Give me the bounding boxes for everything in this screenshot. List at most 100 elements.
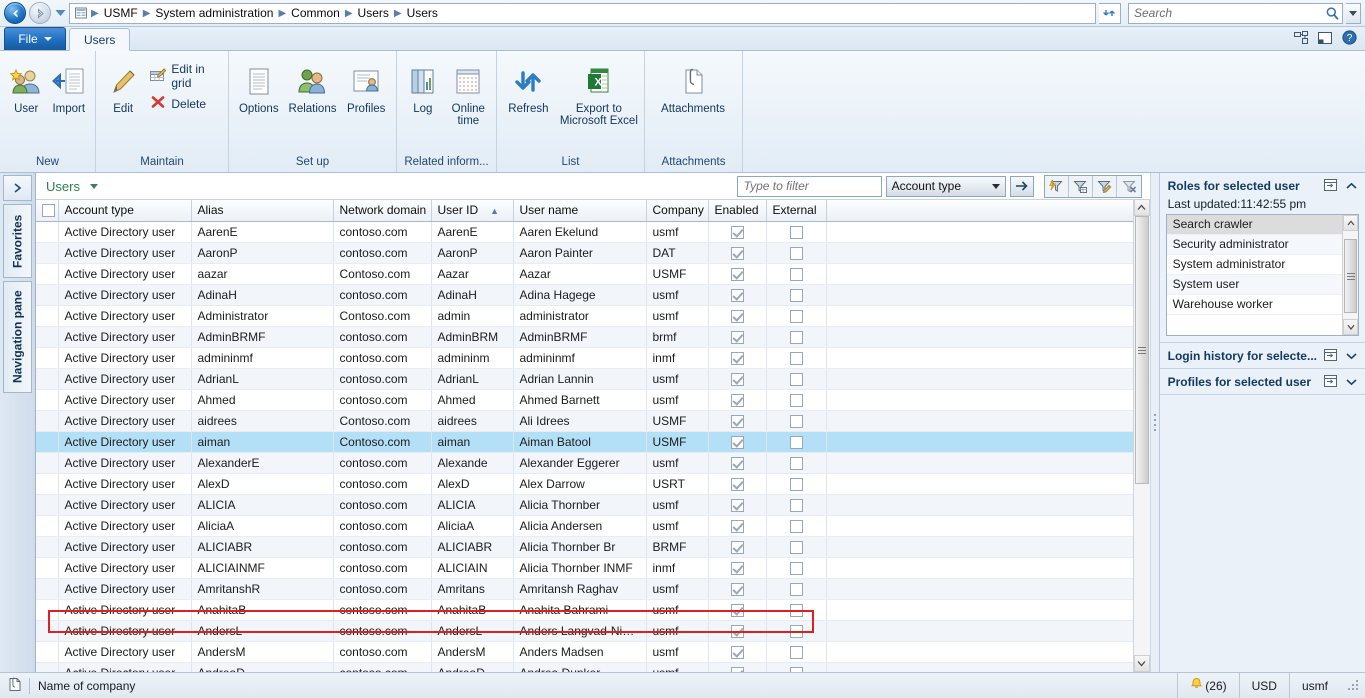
cell-external[interactable] bbox=[766, 620, 827, 642]
edit-button[interactable]: Edit bbox=[102, 55, 144, 115]
external-checkbox[interactable] bbox=[789, 540, 803, 554]
cell-user-id[interactable]: ALICIA bbox=[431, 494, 514, 516]
attachments-button[interactable]: Attachments bbox=[651, 55, 735, 115]
cell-alias[interactable]: ALICIAINMF bbox=[191, 557, 334, 579]
cell-company[interactable]: BRMF bbox=[646, 536, 709, 558]
collapse-roles-chevron-up-icon[interactable] bbox=[1344, 178, 1359, 193]
cell-network-domain[interactable]: contoso.com bbox=[333, 368, 432, 390]
notifications-indicator[interactable]: (26) bbox=[1177, 673, 1238, 698]
cell-user-id[interactable]: admininm bbox=[431, 347, 514, 369]
import-button[interactable]: Import bbox=[49, 55, 90, 115]
row-select-cell[interactable] bbox=[36, 536, 59, 558]
cell-network-domain[interactable]: contoso.com bbox=[333, 599, 432, 621]
role-list-item[interactable]: Security administrator bbox=[1166, 235, 1342, 255]
cell-user-name[interactable]: Anders Madsen bbox=[513, 641, 647, 663]
enabled-checkbox[interactable] bbox=[730, 414, 744, 428]
row-select-cell[interactable] bbox=[36, 410, 59, 432]
cell-user-id[interactable]: Ahmed bbox=[431, 389, 514, 411]
cell-enabled[interactable] bbox=[708, 494, 767, 516]
cell-company[interactable]: usmf bbox=[646, 641, 709, 663]
cell-alias[interactable]: admininmf bbox=[191, 347, 334, 369]
cell-network-domain[interactable]: contoso.com bbox=[333, 557, 432, 579]
cell-user-id[interactable]: AnahitaB bbox=[431, 599, 514, 621]
cell-network-domain[interactable]: contoso.com bbox=[333, 221, 432, 243]
cell-network-domain[interactable]: contoso.com bbox=[333, 494, 432, 516]
external-checkbox[interactable] bbox=[789, 330, 803, 344]
cell-external[interactable] bbox=[766, 347, 827, 369]
enabled-checkbox[interactable] bbox=[730, 603, 744, 617]
cell-company[interactable]: usmf bbox=[646, 515, 709, 537]
cell-alias[interactable]: AlexanderE bbox=[191, 452, 334, 474]
row-select-cell[interactable] bbox=[36, 326, 59, 348]
cell-user-id[interactable]: Amritans bbox=[431, 578, 514, 600]
row-select-cell[interactable] bbox=[36, 347, 59, 369]
table-row[interactable]: Active Directory user AndersL contoso.com A… bbox=[36, 620, 1133, 642]
cell-enabled[interactable] bbox=[708, 452, 767, 474]
column-header-external[interactable]: External bbox=[766, 200, 827, 222]
cell-enabled[interactable] bbox=[708, 305, 767, 327]
cell-user-id[interactable]: AarenE bbox=[431, 221, 514, 243]
cell-user-id[interactable]: admin bbox=[431, 305, 514, 327]
external-checkbox[interactable] bbox=[789, 351, 803, 365]
table-row[interactable]: Active Directory user AndersM contoso.com A… bbox=[36, 641, 1133, 663]
cell-external[interactable] bbox=[766, 431, 827, 453]
scroll-track[interactable] bbox=[1133, 216, 1150, 655]
cell-company[interactable]: brmf bbox=[646, 326, 709, 348]
role-list-item[interactable]: Search crawler bbox=[1166, 215, 1342, 235]
external-checkbox[interactable] bbox=[789, 246, 803, 260]
cell-enabled[interactable] bbox=[708, 662, 767, 672]
history-dropdown-icon[interactable] bbox=[54, 2, 66, 24]
column-header-user-id[interactable]: User ID ▲ bbox=[431, 200, 514, 222]
external-checkbox[interactable] bbox=[789, 456, 803, 470]
cell-alias[interactable]: AarenE bbox=[191, 221, 334, 243]
column-header-network-domain[interactable]: Network domain bbox=[333, 200, 432, 222]
table-row[interactable]: Active Directory user AaronP contoso.com Aa… bbox=[36, 242, 1133, 264]
cell-company[interactable]: usmf bbox=[646, 305, 709, 327]
row-select-cell[interactable] bbox=[36, 221, 59, 243]
table-row[interactable]: Active Directory user aazar Contoso.com Aaz… bbox=[36, 263, 1133, 285]
filter-input[interactable]: Type to filter bbox=[736, 175, 882, 197]
enabled-checkbox[interactable] bbox=[730, 267, 744, 281]
relations-button[interactable]: Relations bbox=[289, 55, 336, 115]
cell-company[interactable]: DAT bbox=[646, 242, 709, 264]
cell-network-domain[interactable]: contoso.com bbox=[333, 284, 432, 306]
cell-user-name[interactable]: Alicia Thornber Br bbox=[513, 536, 647, 558]
cell-user-id[interactable]: AaronP bbox=[431, 242, 514, 264]
row-select-cell[interactable] bbox=[36, 305, 59, 327]
cell-alias[interactable]: AnahitaB bbox=[191, 599, 334, 621]
enabled-checkbox[interactable] bbox=[730, 351, 744, 365]
cell-external[interactable] bbox=[766, 305, 827, 327]
roles-scroll-up-button[interactable] bbox=[1343, 215, 1358, 231]
select-all-header[interactable] bbox=[36, 200, 59, 222]
row-select-cell[interactable] bbox=[36, 515, 59, 537]
scroll-up-button[interactable] bbox=[1133, 199, 1150, 216]
cell-user-name[interactable]: Adrian Lannin bbox=[513, 368, 647, 390]
enabled-checkbox[interactable] bbox=[730, 393, 744, 407]
enabled-checkbox[interactable] bbox=[730, 372, 744, 386]
filter-column-select[interactable]: Account type bbox=[885, 175, 1006, 197]
cell-company[interactable]: usmf bbox=[646, 221, 709, 243]
row-select-cell[interactable] bbox=[36, 599, 59, 621]
cell-network-domain[interactable]: contoso.com bbox=[333, 536, 432, 558]
table-row[interactable]: Active Directory user aidrees Contoso.com a… bbox=[36, 410, 1133, 432]
fact-box-roles-header[interactable]: Roles for selected user bbox=[1160, 173, 1365, 197]
cell-alias[interactable]: AndersM bbox=[191, 641, 334, 663]
cell-user-id[interactable]: AndersM bbox=[431, 641, 514, 663]
cell-enabled[interactable] bbox=[708, 515, 767, 537]
cell-company[interactable]: USRT bbox=[646, 473, 709, 495]
cell-external[interactable] bbox=[766, 452, 827, 474]
cell-account-type[interactable]: Active Directory user bbox=[58, 620, 192, 642]
enabled-checkbox[interactable] bbox=[730, 498, 744, 512]
roles-scroll-track[interactable] bbox=[1343, 231, 1358, 319]
external-checkbox[interactable] bbox=[789, 372, 803, 386]
row-select-cell[interactable] bbox=[36, 431, 59, 453]
cell-company[interactable]: usmf bbox=[646, 284, 709, 306]
cell-network-domain[interactable]: contoso.com bbox=[333, 389, 432, 411]
pane-splitter[interactable] bbox=[1149, 173, 1159, 672]
column-header-user-name[interactable]: User name bbox=[513, 200, 647, 222]
column-header-alias[interactable]: Alias bbox=[191, 200, 334, 222]
cell-enabled[interactable] bbox=[708, 263, 767, 285]
enabled-checkbox[interactable] bbox=[730, 435, 744, 449]
cell-account-type[interactable]: Active Directory user bbox=[58, 452, 192, 474]
scroll-down-button[interactable] bbox=[1133, 655, 1150, 672]
